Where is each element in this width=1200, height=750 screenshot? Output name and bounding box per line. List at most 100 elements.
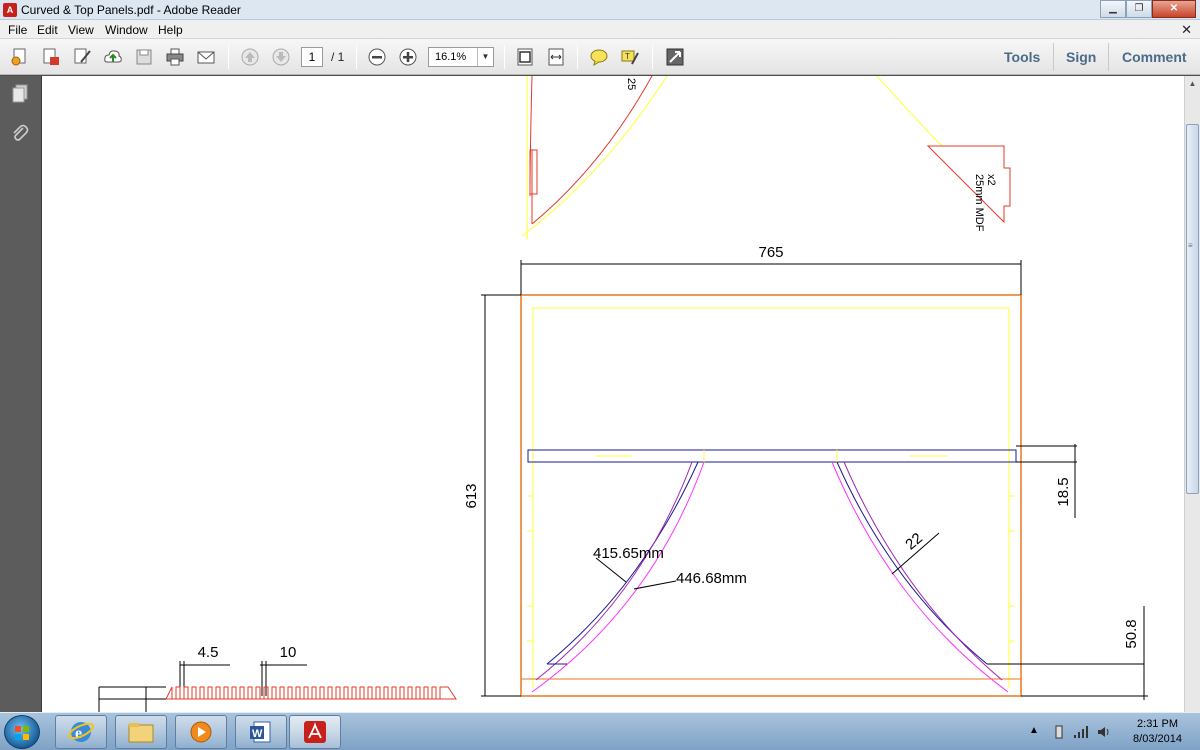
title-bar: A Curved & Top Panels.pdf - Adobe Reader…	[0, 0, 1200, 20]
dim-gap-label: 22	[902, 530, 926, 554]
dim-offset-label: 50.8	[1123, 619, 1140, 648]
kerf-pattern	[165, 686, 457, 700]
menu-window[interactable]: Window	[105, 23, 148, 37]
vertical-scrollbar[interactable]: ▲ ≡	[1184, 76, 1200, 712]
system-tray: ▲ 2:31 PM 8/03/2014	[1025, 713, 1200, 750]
dim-height-line	[481, 294, 521, 697]
close-document-icon[interactable]: ✕	[1181, 22, 1192, 38]
zoom-in-icon[interactable]	[397, 46, 419, 68]
chevron-down-icon[interactable]: ▼	[477, 48, 493, 66]
word-icon[interactable]: W	[235, 715, 287, 749]
clock-time[interactable]: 2:31 PM	[1125, 718, 1190, 730]
curved-panel-guide	[521, 76, 668, 237]
previous-page-icon[interactable]	[239, 46, 261, 68]
left-curve-inner	[546, 461, 699, 665]
right-curve-outer	[831, 461, 1009, 693]
save-icon[interactable]	[133, 46, 155, 68]
adobe-reader-app-icon: A	[3, 3, 17, 17]
menu-edit[interactable]: Edit	[37, 23, 58, 37]
windows-logo-icon	[15, 726, 29, 740]
curved-panel-edge	[531, 76, 653, 225]
toolbar-separator	[577, 45, 578, 69]
media-player-icon[interactable]	[175, 715, 227, 749]
restore-button[interactable]: ❐	[1126, 0, 1152, 18]
dim-width-label: 765	[758, 244, 783, 261]
kerf-board-lines	[98, 686, 166, 712]
highlight-icon[interactable]: T	[619, 46, 641, 68]
network-signal-icon[interactable]	[1073, 725, 1089, 739]
toolbar-separator	[356, 45, 357, 69]
right-curve-inner	[836, 461, 988, 665]
partial-label: 25	[625, 78, 637, 90]
minimize-button[interactable]: ▁	[1100, 0, 1126, 18]
toolbar: 1 / 1 16.1% ▼ T Tools Sign Comment	[0, 39, 1200, 75]
edit-pdf-icon[interactable]	[40, 46, 62, 68]
start-button[interactable]	[4, 715, 40, 749]
email-icon[interactable]	[195, 46, 217, 68]
side-notch	[527, 605, 534, 642]
side-notch	[527, 495, 534, 532]
dim-kerf-width-label: 4.5	[198, 644, 219, 661]
sticky-note-icon[interactable]	[588, 46, 610, 68]
menu-help[interactable]: Help	[158, 23, 183, 37]
zoom-out-icon[interactable]	[366, 46, 388, 68]
zoom-level-select[interactable]: 16.1% ▼	[428, 47, 494, 67]
file-explorer-icon[interactable]	[115, 715, 167, 749]
page-number-input[interactable]: 1	[301, 47, 323, 67]
internet-explorer-icon[interactable]: e	[55, 715, 107, 749]
comment-pane-link[interactable]: Comment	[1122, 49, 1187, 65]
mdf-label: 25mm MDF	[973, 174, 985, 232]
panel-notch	[529, 149, 538, 195]
toolbar-separator	[228, 45, 229, 69]
dim-inner-arc-label: 415.65mm	[593, 545, 664, 562]
clock-date[interactable]: 8/03/2014	[1125, 733, 1190, 745]
toolbar-separator	[1108, 43, 1109, 71]
sign-pane-link[interactable]: Sign	[1066, 49, 1096, 65]
show-hidden-icons-icon[interactable]: ▲	[1029, 725, 1041, 739]
zoom-value: 16.1%	[435, 51, 467, 63]
window-title: Curved & Top Panels.pdf - Adobe Reader	[21, 3, 241, 17]
left-curve-mid	[535, 461, 693, 681]
volume-icon[interactable]	[1097, 725, 1111, 739]
scrollbar-thumb[interactable]	[1186, 124, 1199, 494]
outer-frame	[520, 294, 1022, 697]
sign-icon[interactable]	[71, 46, 93, 68]
taskbar: e W ▲ 2:31 PM 8/03/2014	[0, 712, 1200, 750]
quantity-label: x2	[985, 174, 997, 186]
board-joints	[703, 450, 838, 462]
toolbar-separator	[652, 45, 653, 69]
cloud-upload-icon[interactable]	[102, 46, 124, 68]
toolbar-separator	[504, 45, 505, 69]
cad-drawing: 765 613 18.5 50.8 415.65mm 446.68mm 22 4…	[98, 76, 1148, 712]
dim-thickness-label: 18.5	[1055, 477, 1072, 506]
toolbar-separator	[1053, 43, 1054, 71]
fit-page-icon[interactable]	[514, 46, 536, 68]
usb-device-icon[interactable]	[1053, 725, 1065, 739]
adobe-reader-icon[interactable]	[289, 715, 341, 749]
close-button[interactable]: ✕	[1152, 0, 1196, 18]
side-notch	[1008, 605, 1015, 642]
create-pdf-icon[interactable]	[9, 46, 31, 68]
expand-icon[interactable]	[664, 46, 686, 68]
page-total: / 1	[331, 50, 345, 64]
scrollbar-grip-icon: ≡	[1188, 241, 1193, 250]
dim-width-line	[520, 260, 1022, 295]
scroll-up-arrow-icon[interactable]: ▲	[1185, 76, 1200, 92]
menu-view[interactable]: View	[68, 23, 94, 37]
document-view[interactable]: 765 613 18.5 50.8 415.65mm 446.68mm 22 4…	[42, 76, 1184, 712]
page-thumbnails-icon[interactable]	[9, 82, 31, 104]
fit-width-icon[interactable]	[545, 46, 567, 68]
svg-text:W: W	[252, 728, 263, 740]
menu-file[interactable]: File	[8, 23, 27, 37]
dim-height-label: 613	[463, 483, 480, 508]
attachments-icon[interactable]	[9, 122, 31, 144]
navigation-pane	[0, 76, 42, 712]
print-icon[interactable]	[164, 46, 186, 68]
next-page-icon[interactable]	[270, 46, 292, 68]
tools-pane-link[interactable]: Tools	[1004, 49, 1040, 65]
svg-text:T: T	[625, 52, 630, 61]
dim-kerf-spacing-label: 10	[280, 644, 297, 661]
dim-outer-arc-label: 446.68mm	[676, 570, 747, 587]
side-notch	[1008, 495, 1015, 532]
right-curve-mid	[843, 461, 1003, 681]
